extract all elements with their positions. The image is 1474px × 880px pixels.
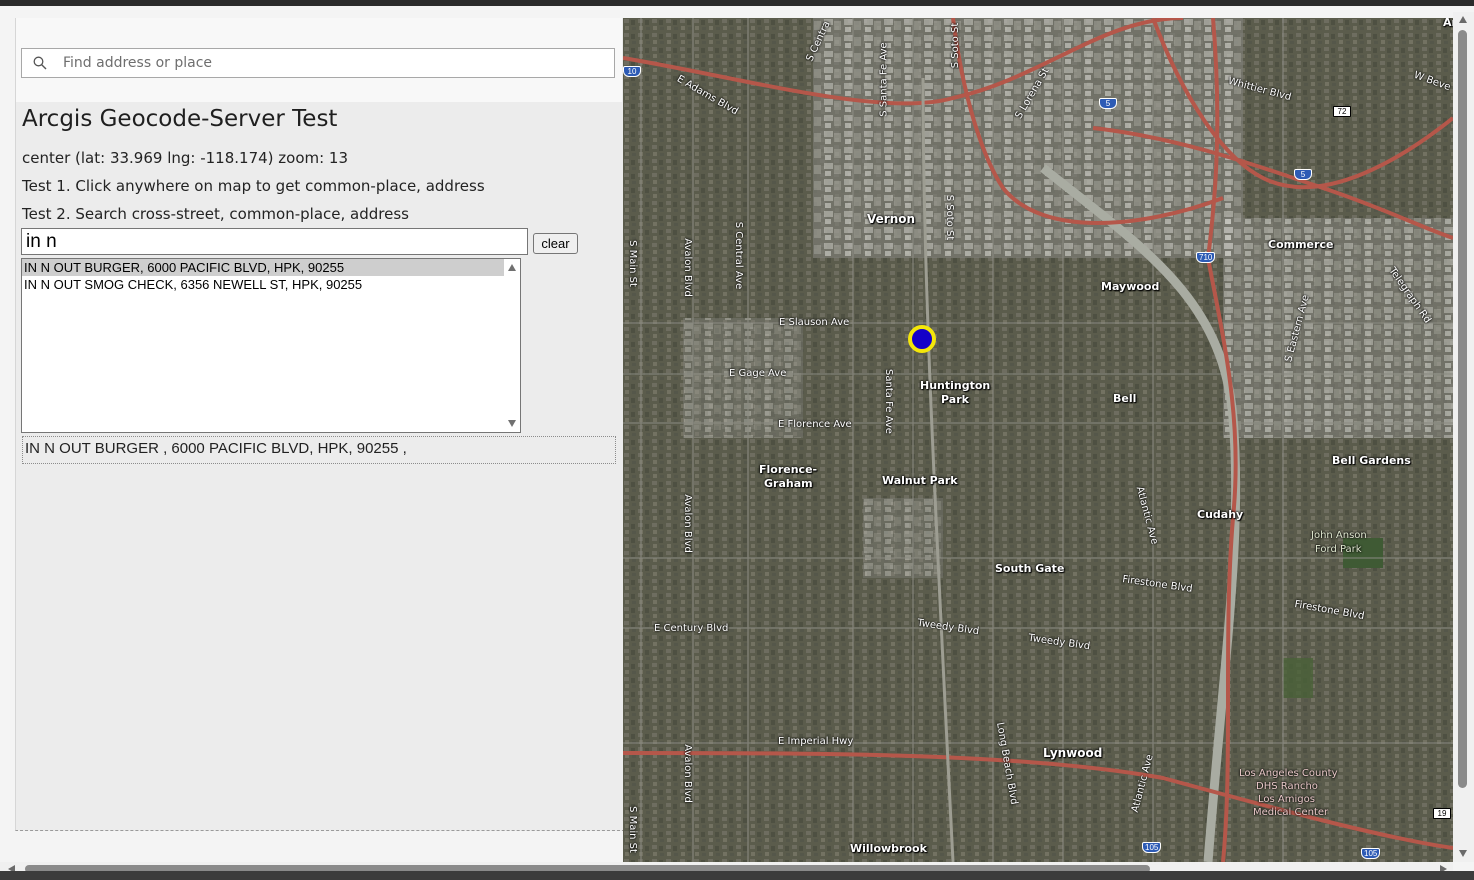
street-label-e-century: E Century Blvd [654,623,729,634]
street-label-s-central: S Central Ave [733,221,745,290]
place-label-la-county-2: DHS Rancho [1256,781,1318,792]
street-label-avalon-1: Avalon Blvd [681,238,693,297]
place-label-huntington-park-2: Park [941,393,969,406]
place-label-vernon: Vernon [867,212,916,226]
control-panel: Arcgis Geocode-Server Test center (lat: … [15,18,625,831]
street-label-s-main-1: S Main St [626,240,638,287]
interstate-10-shield-icon: 10 [623,66,641,77]
street-label-e-imperial: E Imperial Hwy [778,736,854,747]
interstate-105-shield-icon: 105 [1361,848,1381,859]
test1-instructions: Test 1. Click anywhere on map to get com… [22,177,485,195]
place-label-bell-gardens: Bell Gardens [1332,454,1411,467]
place-label-cudahy: Cudahy [1197,508,1244,521]
vertical-scroll-thumb[interactable] [1458,30,1467,788]
selected-result-display: IN N OUT BURGER , 6000 PACIFIC BLVD, HPK… [22,436,616,464]
place-label-florence-graham-2: Graham [764,477,813,490]
street-label-s-main-2: S Main St [626,806,638,853]
place-label-willowbrook: Willowbrook [850,842,927,855]
center-readout: center (lat: 33.969 lng: -118.174) zoom:… [22,149,349,167]
results-listbox[interactable]: IN N OUT BURGER, 6000 PACIFIC BLVD, HPK,… [21,258,521,433]
street-label-e-florence: E Florence Ave [778,419,852,430]
place-label-john-anson: John Anson [1311,530,1367,541]
route-19-shield-icon: 19 [1433,808,1451,819]
window-bottom-edge [0,871,1474,880]
street-label-s-soto-2: S Soto St [944,194,956,241]
place-label-la-county-3: Los Amigos [1258,794,1315,805]
geosearch-bar [16,18,622,102]
satellite-map[interactable]: Angeles Vernon Commerce Maywood Huntingt… [623,18,1453,862]
place-label-angeles: Angeles [1443,18,1453,29]
test2-instructions: Test 2. Search cross-street, common-plac… [22,205,409,223]
place-label-walnut-park: Walnut Park [882,474,958,487]
clear-button[interactable]: clear [533,233,578,254]
street-label-s-santa-fe: S Santa Fe Ave [878,42,890,117]
result-option[interactable]: IN N OUT BURGER, 6000 PACIFIC BLVD, HPK,… [22,259,504,276]
browser-window: Arcgis Geocode-Server Test center (lat: … [0,0,1474,880]
street-label-e-slauson: E Slauson Ave [779,317,850,328]
place-label-maywood: Maywood [1101,280,1160,293]
search-icon[interactable] [33,56,47,70]
result-option[interactable]: IN N OUT SMOG CHECK, 6356 NEWELL ST, HPK… [22,276,504,293]
page-title: Arcgis Geocode-Server Test [22,106,338,132]
street-label-s-soto-1: S Soto St [950,22,962,69]
geosearch-input[interactable] [61,49,614,77]
place-label-john-anson-2: Ford Park [1315,544,1362,555]
street-label-e-gage: E Gage Ave [729,368,787,379]
place-label-south-gate: South Gate [995,562,1065,575]
interstate-5-shield-icon: 5 [1099,98,1117,109]
geosearch-box[interactable] [21,48,615,78]
place-label-lynwood: Lynwood [1043,746,1103,760]
street-label-avalon-3: Avalon Blvd [681,744,693,803]
listbox-scrollbar[interactable] [505,259,520,432]
location-marker[interactable] [908,325,936,353]
place-label-la-county: Los Angeles County [1239,768,1338,779]
interstate-105-shield-icon: 105 [1142,842,1162,853]
place-label-la-county-4: Medical Center [1253,807,1329,818]
scroll-up-arrow-icon[interactable] [1459,16,1467,23]
route-72-shield-icon: 72 [1333,106,1351,117]
interstate-5-shield-icon: 5 [1294,169,1312,180]
place-label-huntington-park: Huntington [920,379,991,392]
scroll-up-arrow-icon[interactable] [508,264,516,271]
scroll-down-arrow-icon[interactable] [508,420,516,427]
street-label-santa-fe: Santa Fe Ave [882,369,894,434]
window-vertical-scrollbar[interactable] [1453,12,1474,862]
address-search-input[interactable] [21,228,528,255]
street-label-avalon-2: Avalon Blvd [681,494,693,553]
scroll-down-arrow-icon[interactable] [1459,850,1467,857]
place-label-commerce: Commerce [1268,238,1334,251]
map-imagery [623,18,1453,862]
place-label-bell: Bell [1113,392,1137,405]
place-label-florence-graham: Florence- [759,463,818,476]
interstate-710-shield-icon: 710 [1196,252,1216,263]
